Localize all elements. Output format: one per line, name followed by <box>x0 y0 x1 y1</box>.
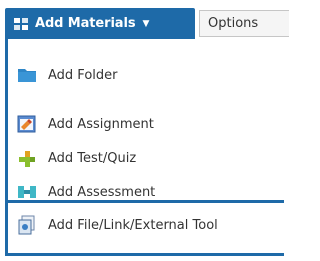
menu-divider <box>8 200 284 203</box>
test-quiz-icon <box>16 147 38 169</box>
menu-item-label: Add Assignment <box>48 116 154 132</box>
menu-item-add-test-quiz[interactable]: Add Test/Quiz <box>8 143 284 173</box>
menu-item-add-file-link-external-tool[interactable]: Add File/Link/External Tool <box>8 210 284 240</box>
options-label: Options <box>208 16 259 31</box>
menu-item-label: Add Folder <box>48 67 118 83</box>
add-materials-icon <box>13 16 29 32</box>
menu-item-label: Add Assessment <box>48 184 156 200</box>
menu-item-add-assignment[interactable]: Add Assignment <box>8 109 284 139</box>
add-materials-label: Add Materials <box>35 16 136 31</box>
add-materials-menu-screen: Add Materials ▼ Options Add Folder Add A… <box>0 0 289 261</box>
folder-icon <box>16 64 38 86</box>
menu-item-add-folder[interactable]: Add Folder <box>8 60 284 90</box>
assignment-icon <box>16 113 38 135</box>
menu-item-label: Add File/Link/External Tool <box>48 217 218 233</box>
options-button[interactable]: Options <box>199 10 289 37</box>
menu-item-label: Add Test/Quiz <box>48 150 137 166</box>
add-materials-button[interactable]: Add Materials ▼ <box>5 8 195 39</box>
file-link-icon <box>16 214 38 236</box>
add-materials-dropdown: Add Folder Add Assignment Add Test/Quiz … <box>5 39 284 256</box>
chevron-down-icon: ▼ <box>142 18 150 29</box>
